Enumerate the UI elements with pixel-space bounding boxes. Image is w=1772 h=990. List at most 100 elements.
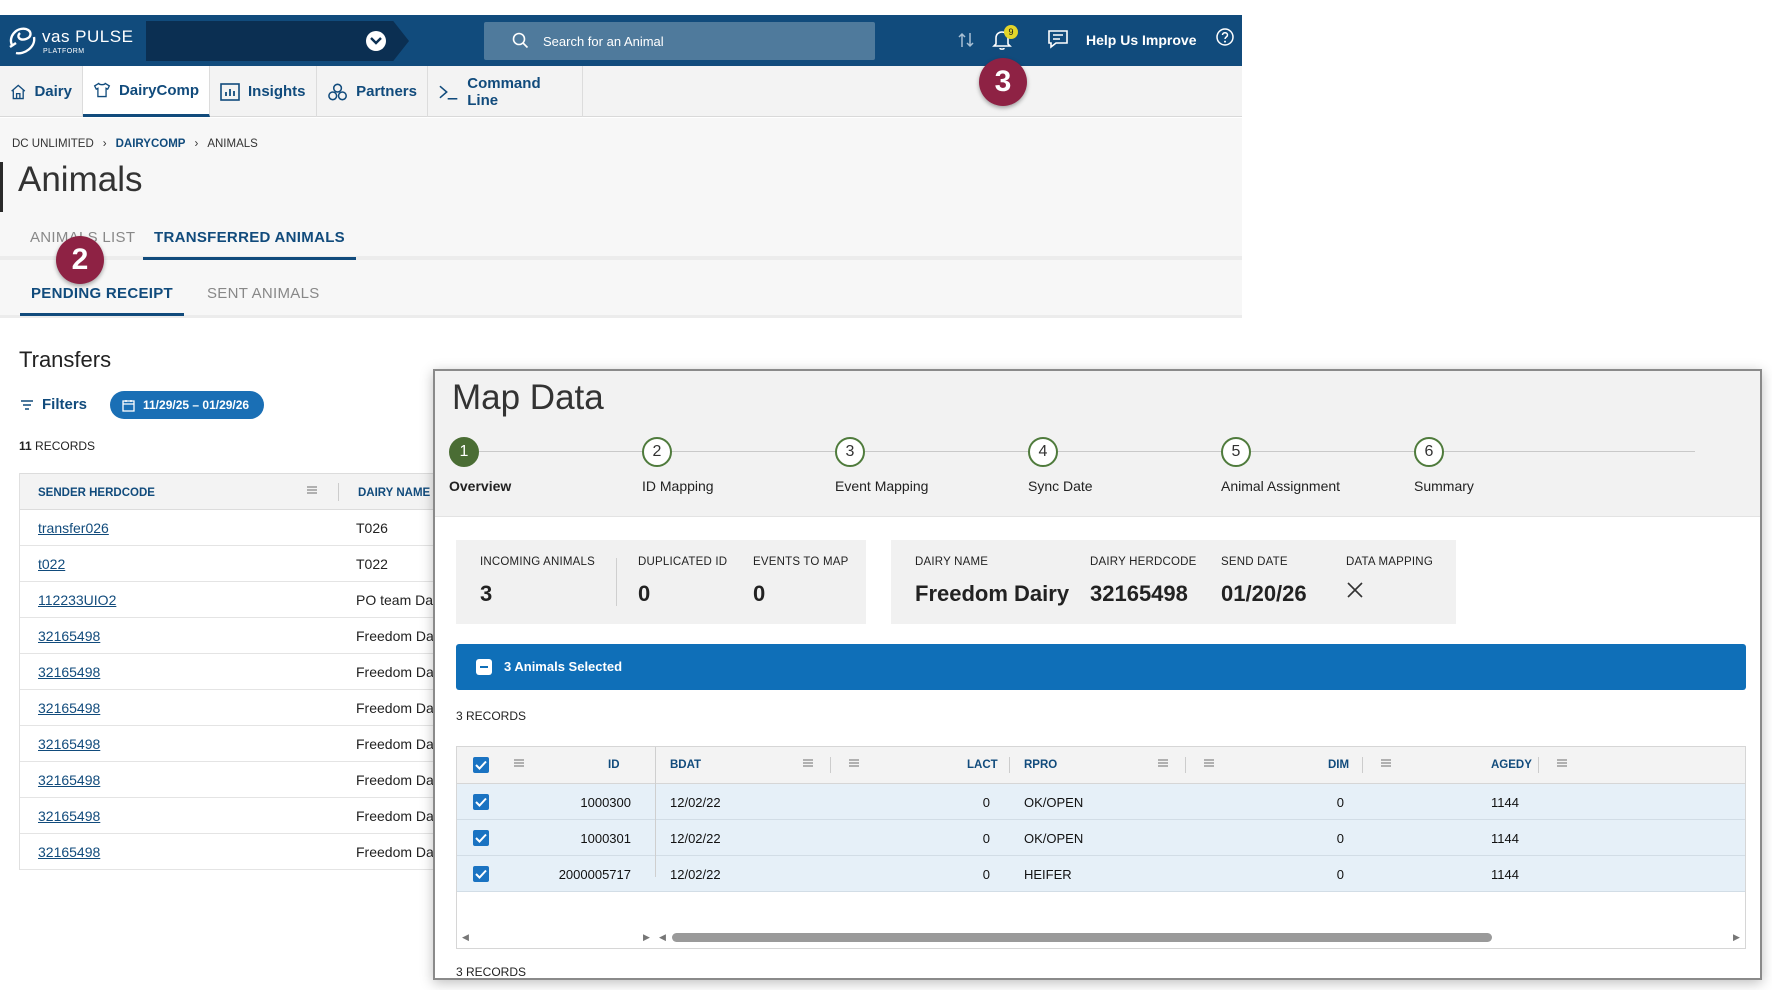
column-menu-icon[interactable] bbox=[513, 757, 525, 769]
stat-send-date-value: 01/20/26 bbox=[1221, 581, 1307, 606]
table-row[interactable]: 112233UIO2 PO team Da bbox=[20, 582, 439, 618]
help-icon[interactable] bbox=[1215, 27, 1235, 47]
col-dairy-name[interactable]: DAIRY NAME bbox=[358, 487, 430, 499]
row-checkbox[interactable] bbox=[473, 866, 489, 882]
chevron-down-icon[interactable] bbox=[366, 31, 386, 51]
table-row[interactable]: 1000300 12/02/22 0 OK/OPEN 0 1144 bbox=[457, 784, 1745, 820]
dim-cell: 0 bbox=[1336, 795, 1344, 810]
agedy-cell: 1144 bbox=[1491, 867, 1519, 882]
step-6[interactable]: 6 Summary bbox=[1414, 437, 1474, 494]
breadcrumb-root[interactable]: DC UNLIMITED bbox=[12, 138, 94, 150]
column-menu-icon[interactable] bbox=[1556, 757, 1568, 769]
table-row[interactable]: 32165498 Freedom Da bbox=[20, 726, 439, 762]
dairy-name-cell: Freedom Da bbox=[356, 808, 434, 824]
column-menu-icon[interactable] bbox=[1203, 757, 1215, 769]
column-menu-icon[interactable] bbox=[848, 757, 860, 769]
nav-partners[interactable]: Partners bbox=[317, 66, 428, 117]
table-row[interactable]: 2000005717 12/02/22 0 HEIFER 0 1144 bbox=[457, 856, 1745, 892]
step-4[interactable]: 4 Sync Date bbox=[1028, 437, 1093, 494]
stat-events-label: EVENTS TO MAP bbox=[753, 556, 849, 568]
breadcrumb-current: ANIMALS bbox=[207, 138, 258, 150]
step-3[interactable]: 3 Event Mapping bbox=[835, 437, 928, 494]
column-menu-icon[interactable] bbox=[802, 757, 814, 769]
col-agedy[interactable]: AGEDY bbox=[1491, 759, 1532, 771]
step-label: ID Mapping bbox=[642, 478, 714, 494]
table-row[interactable]: transfer026 T026 bbox=[20, 510, 439, 546]
table-row[interactable]: t022 T022 bbox=[20, 546, 439, 582]
table-row[interactable]: 32165498 Freedom Da bbox=[20, 798, 439, 834]
sender-herdcode-link[interactable]: 32165498 bbox=[38, 700, 100, 716]
animals-grid: ID BDAT LACT RPRO DIM AGEDY 1000300 12/02… bbox=[456, 746, 1746, 949]
sender-herdcode-link[interactable]: 32165498 bbox=[38, 628, 100, 644]
rpro-cell: OK/OPEN bbox=[1024, 795, 1084, 810]
column-divider bbox=[830, 757, 831, 773]
nav-partners-label: Partners bbox=[356, 83, 417, 100]
table-body: transfer026 T026 t022 T022 112233UIO2 PO team… bbox=[20, 510, 439, 870]
col-sender-herdcode[interactable]: SENDER HERDCODE bbox=[38, 487, 155, 499]
column-divider bbox=[1538, 757, 1539, 773]
tab-sent-animals[interactable]: SENT ANIMALS bbox=[207, 266, 320, 316]
step-label: Animal Assignment bbox=[1221, 478, 1341, 494]
sender-herdcode-link[interactable]: 112233UIO2 bbox=[38, 592, 116, 608]
table-row[interactable]: 32165498 Freedom Da bbox=[20, 762, 439, 798]
nav-dairycomp[interactable]: DairyComp bbox=[83, 66, 210, 117]
col-id[interactable]: ID bbox=[608, 759, 620, 771]
table-row[interactable]: 1000301 12/02/22 0 OK/OPEN 0 1144 bbox=[457, 820, 1745, 856]
dairy-name-cell: Freedom Da bbox=[356, 844, 434, 860]
filters-button[interactable]: Filters bbox=[20, 396, 87, 413]
nav-command-line[interactable]: Command Line bbox=[428, 66, 583, 117]
scroll-left-icon[interactable]: ◀ bbox=[462, 932, 469, 943]
close-icon bbox=[1347, 582, 1363, 598]
feedback-icon[interactable] bbox=[1047, 28, 1069, 50]
sender-herdcode-link[interactable]: t022 bbox=[38, 556, 65, 572]
row-checkbox[interactable] bbox=[473, 830, 489, 846]
sender-herdcode-link[interactable]: 32165498 bbox=[38, 736, 100, 752]
select-all-checkbox[interactable] bbox=[473, 757, 489, 773]
column-menu-icon[interactable] bbox=[306, 484, 318, 496]
stat-events: EVENTS TO MAP 0 bbox=[753, 556, 848, 607]
scroll-right-icon[interactable]: ▶ bbox=[1733, 932, 1740, 943]
tab-transferred-animals[interactable]: TRANSFERRED ANIMALS bbox=[143, 210, 356, 260]
table-row[interactable]: 32165498 Freedom Da bbox=[20, 618, 439, 654]
dairy-name-cell: Freedom Da bbox=[356, 664, 434, 680]
col-bdat[interactable]: BDAT bbox=[670, 759, 701, 771]
col-lact[interactable]: LACT bbox=[967, 759, 998, 771]
sender-herdcode-link[interactable]: 32165498 bbox=[38, 844, 100, 860]
help-us-improve-link[interactable]: Help Us Improve bbox=[1086, 32, 1196, 48]
step-number: 4 bbox=[1028, 437, 1058, 467]
sender-herdcode-link[interactable]: 32165498 bbox=[38, 772, 100, 788]
horizontal-scrollbar[interactable]: ◀ ▶ ◀ ▶ bbox=[457, 929, 1745, 947]
tab-pending-receipt[interactable]: PENDING RECEIPT bbox=[20, 266, 185, 316]
nav-insights[interactable]: Insights bbox=[210, 66, 317, 117]
nav-dairy[interactable]: Dairy bbox=[0, 66, 83, 117]
table-row[interactable]: 32165498 Freedom Da bbox=[20, 654, 439, 690]
transfer-arrows-icon[interactable] bbox=[957, 30, 975, 50]
breadcrumb-dairycomp[interactable]: DAIRYCOMP bbox=[116, 138, 186, 150]
sender-herdcode-link[interactable]: transfer026 bbox=[38, 520, 109, 536]
row-checkbox[interactable] bbox=[473, 794, 489, 810]
partners-icon bbox=[328, 83, 347, 100]
step-1[interactable]: 1 Overview bbox=[449, 437, 511, 494]
date-range-chip[interactable]: 11/29/25 – 01/29/26 bbox=[110, 391, 264, 419]
col-rpro[interactable]: RPRO bbox=[1024, 759, 1057, 771]
stat-data-mapping-label: DATA MAPPING bbox=[1346, 556, 1433, 568]
col-dim[interactable]: DIM bbox=[1328, 759, 1349, 771]
top-bar: vas PULSE PLATFORM Search for an Animal … bbox=[0, 15, 1242, 66]
step-5[interactable]: 5 Animal Assignment bbox=[1221, 437, 1340, 494]
scrollbar-thumb[interactable] bbox=[672, 933, 1492, 942]
column-menu-icon[interactable] bbox=[1380, 757, 1392, 769]
table-row[interactable]: 32165498 Freedom Da bbox=[20, 690, 439, 726]
dialog-title: Map Data bbox=[452, 378, 604, 417]
scroll-right-icon[interactable]: ▶ bbox=[643, 932, 650, 943]
step-2[interactable]: 2 ID Mapping bbox=[642, 437, 714, 494]
column-menu-icon[interactable] bbox=[1157, 757, 1169, 769]
logo[interactable]: vas PULSE PLATFORM bbox=[6, 21, 146, 61]
dairy-selector[interactable] bbox=[146, 21, 409, 61]
sender-herdcode-link[interactable]: 32165498 bbox=[38, 808, 100, 824]
deselect-checkbox-icon[interactable] bbox=[476, 659, 492, 675]
scroll-left-icon[interactable]: ◀ bbox=[659, 932, 666, 943]
search-input[interactable]: Search for an Animal bbox=[484, 22, 875, 60]
dairy-name-cell: Freedom Da bbox=[356, 628, 434, 644]
table-row[interactable]: 32165498 Freedom Da bbox=[20, 834, 439, 870]
sender-herdcode-link[interactable]: 32165498 bbox=[38, 664, 100, 680]
